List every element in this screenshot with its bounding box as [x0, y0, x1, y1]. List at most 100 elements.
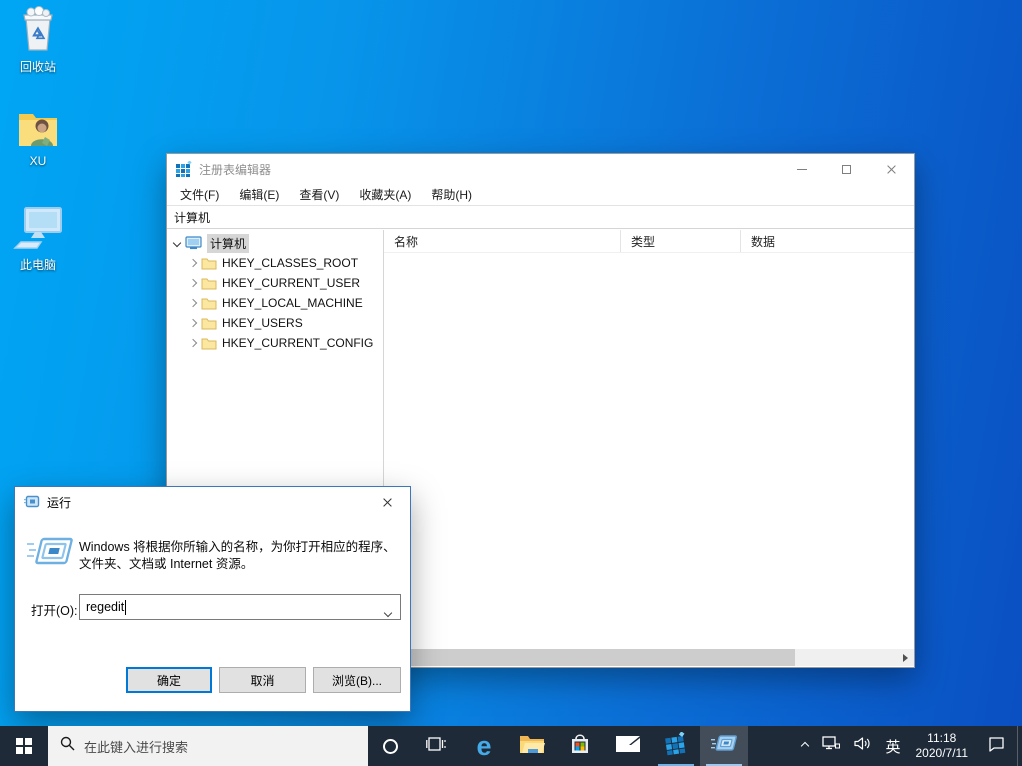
combo-dropdown-button[interactable]	[385, 605, 391, 619]
search-placeholder: 在此键入进行搜索	[84, 737, 188, 756]
run-command-value: regedit	[86, 600, 124, 614]
store-icon	[568, 732, 592, 761]
this-pc-icon	[2, 202, 74, 252]
chevron-down-icon	[384, 609, 392, 617]
address-text: 计算机	[174, 209, 210, 226]
run-description-line2: 文件夹、文档或 Internet 资源。	[79, 556, 401, 573]
run-description-line1: Windows 将根据你所输入的名称，为你打开相应的程序、	[79, 539, 401, 556]
scroll-right-button[interactable]	[897, 649, 914, 666]
desktop-icon-label: 此电脑	[2, 256, 74, 273]
tree-node-computer[interactable]: 计算机	[167, 233, 383, 253]
registry-menubar: 文件(F) 编辑(E) 查看(V) 收藏夹(A) 帮助(H)	[167, 184, 914, 205]
taskbar-clock[interactable]: 11:18 2020/7/11	[908, 731, 977, 761]
text-caret	[125, 600, 126, 615]
cancel-button[interactable]: 取消	[219, 667, 306, 693]
column-header-name[interactable]: 名称	[384, 230, 621, 252]
folder-icon	[201, 317, 217, 330]
registry-editor-taskbar-button[interactable]	[652, 726, 700, 766]
run-dialog: 运行 Windows 将根据你所输入的名称，为你打开相应的程序、 文件夹、文档或…	[14, 486, 411, 712]
chevron-down-icon[interactable]	[169, 240, 185, 246]
desktop-icon-recycle-bin[interactable]: 回收站	[2, 4, 74, 75]
registry-address-bar[interactable]: 计算机	[167, 205, 914, 229]
folder-icon	[201, 257, 217, 270]
show-desktop-button[interactable]	[1017, 726, 1022, 766]
file-explorer-icon	[519, 733, 545, 760]
menu-file[interactable]: 文件(F)	[170, 184, 229, 205]
tree-node-label: HKEY_CLASSES_ROOT	[222, 256, 358, 270]
chevron-right-icon[interactable]	[185, 260, 201, 266]
taskbar: 在此键入进行搜索 e	[0, 726, 1022, 766]
chevron-up-icon	[801, 742, 809, 750]
tree-node-hkey-classes-root[interactable]: HKEY_CLASSES_ROOT	[167, 253, 383, 273]
mail-button[interactable]	[604, 726, 652, 766]
menu-help[interactable]: 帮助(H)	[421, 184, 482, 205]
desktop-icon-this-pc[interactable]: 此电脑	[2, 202, 74, 273]
maximize-button[interactable]	[824, 154, 869, 184]
run-titlebar[interactable]: 运行	[15, 487, 410, 517]
maximize-icon	[842, 165, 851, 174]
registry-window-title: 注册表编辑器	[199, 161, 271, 178]
file-explorer-button[interactable]	[508, 726, 556, 766]
computer-icon	[185, 236, 202, 250]
close-button[interactable]	[869, 154, 914, 184]
start-button[interactable]	[0, 726, 48, 766]
chevron-right-icon[interactable]	[185, 280, 201, 286]
action-center-icon	[988, 736, 1005, 757]
tree-node-label: 计算机	[207, 234, 249, 253]
menu-view[interactable]: 查看(V)	[289, 184, 349, 205]
action-center-button[interactable]	[976, 726, 1017, 766]
task-view-button[interactable]	[412, 726, 460, 766]
run-command-input[interactable]: regedit	[79, 594, 401, 620]
registry-value-list: 名称 类型 数据	[384, 230, 914, 666]
tree-node-label: HKEY_LOCAL_MACHINE	[222, 296, 363, 310]
run-taskbar-icon	[711, 734, 737, 759]
scrollbar-track[interactable]	[401, 649, 897, 666]
run-app-icon	[24, 495, 40, 509]
tree-node-hkey-users[interactable]: HKEY_USERS	[167, 313, 383, 333]
store-button[interactable]	[556, 726, 604, 766]
run-close-button[interactable]	[365, 487, 410, 517]
column-header-data[interactable]: 数据	[741, 230, 914, 252]
menu-favorites[interactable]: 收藏夹(A)	[349, 184, 421, 205]
network-button[interactable]	[815, 726, 847, 766]
tree-node-hkey-current-config[interactable]: HKEY_CURRENT_CONFIG	[167, 333, 383, 353]
ime-indicator[interactable]: 英	[878, 726, 907, 766]
folder-icon	[201, 337, 217, 350]
network-icon	[822, 736, 840, 756]
recycle-bin-icon	[2, 4, 74, 54]
taskbar-search-box[interactable]: 在此键入进行搜索	[48, 726, 368, 766]
registry-titlebar[interactable]: 注册表编辑器	[167, 154, 914, 184]
run-description: Windows 将根据你所输入的名称，为你打开相应的程序、 文件夹、文档或 In…	[79, 539, 401, 573]
clock-date: 2020/7/11	[916, 746, 969, 761]
menu-edit[interactable]: 编辑(E)	[229, 184, 289, 205]
horizontal-scrollbar[interactable]	[384, 649, 914, 666]
tree-node-label: HKEY_USERS	[222, 316, 303, 330]
hidden-icons-button[interactable]	[795, 726, 815, 766]
column-header-type[interactable]: 类型	[621, 230, 741, 252]
tree-node-hkey-local-machine[interactable]: HKEY_LOCAL_MACHINE	[167, 293, 383, 313]
edge-button[interactable]: e	[460, 726, 508, 766]
edge-icon: e	[476, 733, 491, 760]
chevron-right-icon[interactable]	[185, 320, 201, 326]
chevron-right-icon[interactable]	[185, 340, 201, 346]
chevron-right-icon[interactable]	[185, 300, 201, 306]
minimize-icon	[797, 169, 807, 170]
scrollbar-thumb[interactable]	[401, 649, 795, 666]
browse-button[interactable]: 浏览(B)...	[313, 667, 401, 693]
desktop-icon-user-folder[interactable]: XU	[2, 100, 74, 168]
desktop-icon-label: 回收站	[2, 58, 74, 75]
cortana-button[interactable]	[368, 726, 412, 766]
registry-taskbar-icon	[664, 732, 688, 761]
scroll-right-icon	[903, 654, 908, 662]
tree-node-hkey-current-user[interactable]: HKEY_CURRENT_USER	[167, 273, 383, 293]
folder-icon	[201, 277, 217, 290]
registry-app-icon	[176, 161, 192, 177]
mail-icon	[615, 734, 641, 759]
tree-node-label: HKEY_CURRENT_USER	[222, 276, 360, 290]
run-dialog-title: 运行	[47, 494, 71, 511]
minimize-button[interactable]	[779, 154, 824, 184]
ok-button[interactable]: 确定	[126, 667, 212, 693]
tree-node-label: HKEY_CURRENT_CONFIG	[222, 336, 373, 350]
run-dialog-taskbar-button[interactable]	[700, 726, 748, 766]
volume-button[interactable]	[847, 726, 878, 766]
